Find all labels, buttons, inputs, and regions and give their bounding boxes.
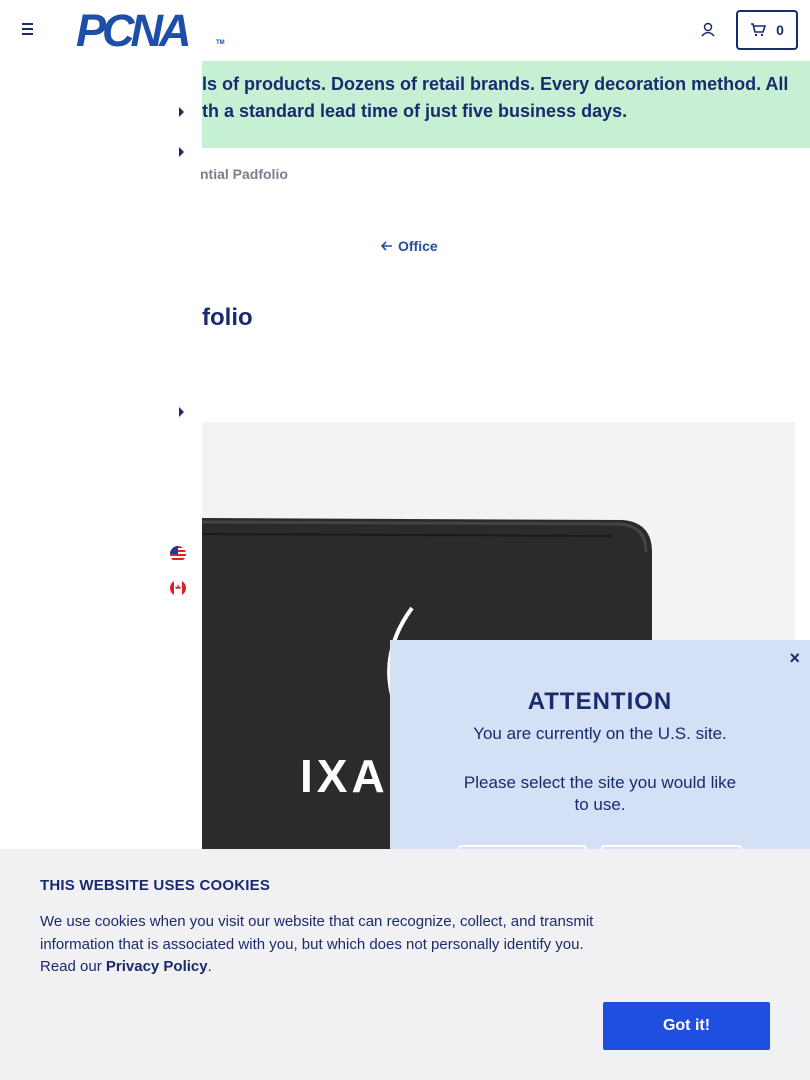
canada-flag-icon[interactable] — [170, 580, 186, 596]
cookie-banner: THIS WEBSITE USES COOKIES We use cookies… — [0, 849, 810, 1080]
banner-line-1: ls of products. Dozens of retail brands.… — [202, 74, 789, 94]
site-selector-modal: × ATTENTION You are currently on the U.S… — [390, 640, 810, 881]
caret-right-icon[interactable] — [179, 147, 184, 157]
promo-banner: ls of products. Dozens of retail brands.… — [202, 61, 810, 148]
logo-trademark: TM — [216, 40, 225, 46]
arrow-left-icon — [381, 241, 392, 251]
cart-button[interactable]: 0 — [736, 10, 798, 50]
menu-icon[interactable] — [18, 20, 38, 40]
modal-instruction-text: Please select the site you would like to… — [463, 773, 737, 814]
logo-text: PCNA — [76, 5, 192, 56]
cookie-body-end: . — [207, 958, 212, 975]
caret-right-icon[interactable] — [179, 107, 184, 117]
back-link-label: Office — [398, 238, 438, 254]
modal-current-site-text: You are currently on the U.S. site. — [473, 724, 727, 743]
site-header: PCNA TM 0 — [0, 0, 810, 61]
pcna-logo[interactable]: PCNA TM — [76, 5, 226, 56]
cart-count: 0 — [776, 22, 784, 38]
cart-icon — [751, 23, 767, 37]
got-it-button[interactable]: Got it! — [603, 1002, 770, 1050]
product-logo-text: IXA — [300, 750, 389, 802]
cookie-title: THIS WEBSITE USES COOKIES — [40, 877, 271, 894]
breadcrumb-current: ntial Padfolio — [200, 166, 288, 182]
caret-right-icon[interactable] — [179, 407, 184, 417]
product-title: folio — [202, 304, 253, 331]
account-icon[interactable] — [698, 20, 718, 40]
cookie-body: We use cookies when you visit our websit… — [40, 911, 600, 979]
back-link[interactable]: Office — [381, 238, 438, 254]
page: PCNA TM 0 ls of products. Dozens of reta… — [0, 0, 810, 1080]
banner-line-2: th a standard lead time of just five bus… — [202, 101, 628, 121]
privacy-policy-link[interactable]: Privacy Policy — [106, 958, 208, 975]
close-icon[interactable]: × — [789, 648, 800, 669]
modal-heading: ATTENTION — [527, 688, 673, 715]
us-flag-icon[interactable] — [170, 546, 186, 562]
